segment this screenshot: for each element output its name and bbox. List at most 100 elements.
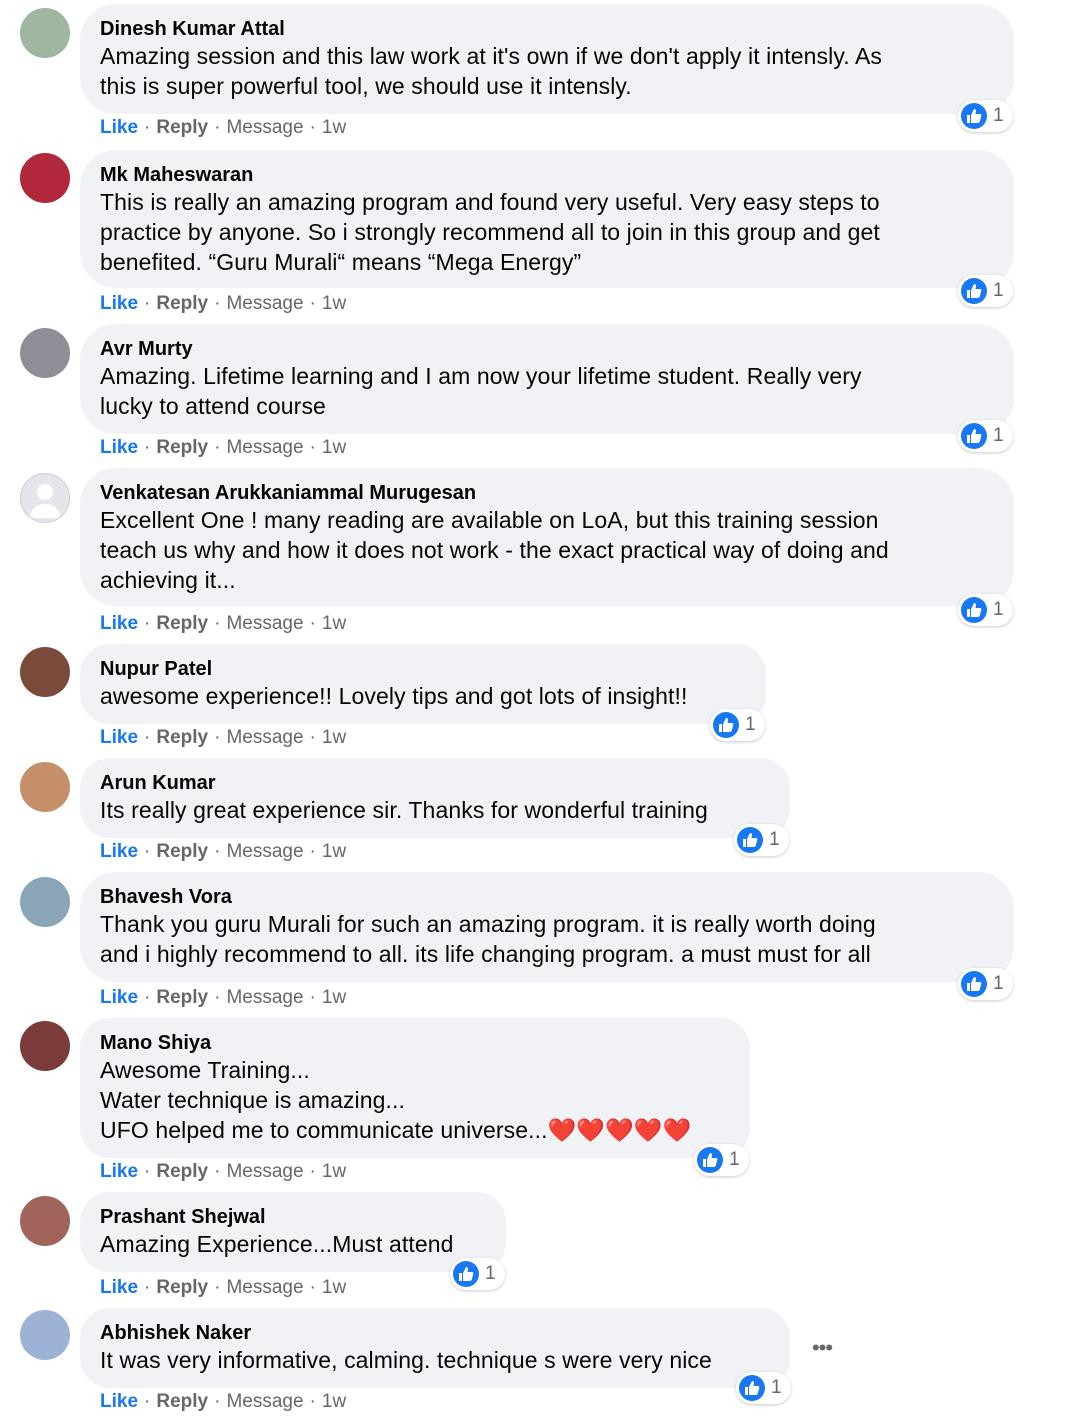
reply-button[interactable]: Reply <box>156 1391 208 1412</box>
reply-button[interactable]: Reply <box>156 1161 208 1182</box>
message-button[interactable]: Message <box>226 437 303 458</box>
comment-actions: Like · Reply · Message · 1w <box>100 293 347 314</box>
comment-actions: Like · Reply · Message · 1w <box>100 437 347 458</box>
message-button[interactable]: Message <box>226 293 303 314</box>
reaction-count-badge[interactable]: 1 <box>694 1144 749 1176</box>
thumbs-up-icon <box>961 597 987 623</box>
message-button[interactable]: Message <box>226 613 303 634</box>
reaction-count-badge[interactable]: 1 <box>958 100 1013 132</box>
like-button[interactable]: Like <box>100 117 138 138</box>
reaction-count-badge[interactable]: 1 <box>734 824 789 856</box>
reaction-count-badge[interactable]: 1 <box>450 1258 505 1290</box>
comment-text: Awesome Training... Water technique is a… <box>100 1055 730 1145</box>
comment-bubble: Nupur Patel awesome experience!! Lovely … <box>80 644 766 724</box>
comment-timestamp[interactable]: 1w <box>322 727 346 748</box>
avatar-image <box>20 328 70 378</box>
reaction-count-badge[interactable]: 1 <box>710 709 765 741</box>
comment-actions: Like · Reply · Message · 1w <box>100 1161 347 1182</box>
comment-author[interactable]: Bhavesh Vora <box>100 885 994 909</box>
comment-timestamp[interactable]: 1w <box>322 293 346 314</box>
avatar[interactable] <box>20 473 70 523</box>
like-button[interactable]: Like <box>100 1277 138 1298</box>
comment-actions: Like · Reply · Message · 1w <box>100 987 347 1008</box>
comment-text: awesome experience!! Lovely tips and got… <box>100 683 688 709</box>
reply-button[interactable]: Reply <box>156 613 208 634</box>
avatar[interactable] <box>20 1021 70 1071</box>
thumbs-up-icon <box>739 1375 765 1401</box>
message-button[interactable]: Message <box>226 1161 303 1182</box>
comment-actions: Like · Reply · Message · 1w <box>100 727 347 748</box>
reply-button[interactable]: Reply <box>156 841 208 862</box>
comment-author[interactable]: Dinesh Kumar Attal <box>100 17 994 41</box>
message-button[interactable]: Message <box>226 727 303 748</box>
like-button[interactable]: Like <box>100 1161 138 1182</box>
comment-bubble: Mk Maheswaran This is really an amazing … <box>80 150 1014 288</box>
comment-author[interactable]: Arun Kumar <box>100 771 770 795</box>
like-button[interactable]: Like <box>100 727 138 748</box>
comment-timestamp[interactable]: 1w <box>322 841 346 862</box>
reply-button[interactable]: Reply <box>156 727 208 748</box>
thumbs-up-icon <box>961 103 987 129</box>
like-button[interactable]: Like <box>100 613 138 634</box>
comment-author[interactable]: Avr Murty <box>100 337 994 361</box>
avatar[interactable] <box>20 153 70 203</box>
reaction-count-badge[interactable]: 1 <box>958 968 1013 1000</box>
comment-text: This is really an amazing program and fo… <box>100 189 880 275</box>
comment-text: Excellent One ! many reading are availab… <box>100 507 889 593</box>
reaction-count: 1 <box>993 280 1004 301</box>
avatar[interactable] <box>20 8 70 58</box>
comment-timestamp[interactable]: 1w <box>322 117 346 138</box>
message-button[interactable]: Message <box>226 987 303 1008</box>
avatar[interactable] <box>20 762 70 812</box>
reply-button[interactable]: Reply <box>156 987 208 1008</box>
avatar[interactable] <box>20 877 70 927</box>
comment-timestamp[interactable]: 1w <box>322 1277 346 1298</box>
reply-button[interactable]: Reply <box>156 293 208 314</box>
like-button[interactable]: Like <box>100 293 138 314</box>
avatar[interactable] <box>20 328 70 378</box>
like-button[interactable]: Like <box>100 987 138 1008</box>
message-button[interactable]: Message <box>226 1391 303 1412</box>
comment-author[interactable]: Prashant Shejwal <box>100 1205 486 1229</box>
comment-actions: Like · Reply · Message · 1w <box>100 613 347 634</box>
comment-actions: Like · Reply · Message · 1w <box>100 117 347 138</box>
comment-timestamp[interactable]: 1w <box>322 1161 346 1182</box>
reaction-count: 1 <box>485 1263 496 1284</box>
comment-author[interactable]: Mano Shiya <box>100 1031 730 1055</box>
reaction-count-badge[interactable]: 1 <box>958 420 1013 452</box>
comment-bubble: Venkatesan Arukkaniammal Murugesan Excel… <box>80 468 1014 606</box>
reply-button[interactable]: Reply <box>156 117 208 138</box>
comment-text: Amazing Experience...Must attend <box>100 1231 454 1257</box>
like-button[interactable]: Like <box>100 437 138 458</box>
reaction-count-badge[interactable]: 1 <box>958 275 1013 307</box>
comment-timestamp[interactable]: 1w <box>322 437 346 458</box>
message-button[interactable]: Message <box>226 841 303 862</box>
avatar-image <box>20 1310 70 1360</box>
comment-author[interactable]: Venkatesan Arukkaniammal Murugesan <box>100 481 994 505</box>
reaction-count: 1 <box>769 829 780 850</box>
reaction-count-badge[interactable]: 1 <box>958 594 1013 626</box>
reply-button[interactable]: Reply <box>156 437 208 458</box>
reaction-count-badge[interactable]: 1 <box>736 1372 791 1404</box>
like-button[interactable]: Like <box>100 1391 138 1412</box>
more-options-icon[interactable]: ••• <box>808 1337 836 1359</box>
avatar[interactable] <box>20 1310 70 1360</box>
thumbs-up-icon <box>961 423 987 449</box>
like-button[interactable]: Like <box>100 841 138 862</box>
comment-timestamp[interactable]: 1w <box>322 613 346 634</box>
comment-author[interactable]: Nupur Patel <box>100 657 746 681</box>
comment-timestamp[interactable]: 1w <box>322 987 346 1008</box>
avatar[interactable] <box>20 1196 70 1246</box>
reply-button[interactable]: Reply <box>156 1277 208 1298</box>
heart-emojis: ❤️❤️❤️❤️❤️ <box>547 1117 692 1143</box>
comment-timestamp[interactable]: 1w <box>322 1391 346 1412</box>
avatar-image <box>20 762 70 812</box>
reaction-count: 1 <box>993 105 1004 126</box>
message-button[interactable]: Message <box>226 117 303 138</box>
avatar[interactable] <box>20 647 70 697</box>
message-button[interactable]: Message <box>226 1277 303 1298</box>
reaction-count: 1 <box>993 973 1004 994</box>
comment-text: Thank you guru Murali for such an amazin… <box>100 911 876 967</box>
comment-author[interactable]: Abhishek Naker <box>100 1321 770 1345</box>
comment-author[interactable]: Mk Maheswaran <box>100 163 994 187</box>
